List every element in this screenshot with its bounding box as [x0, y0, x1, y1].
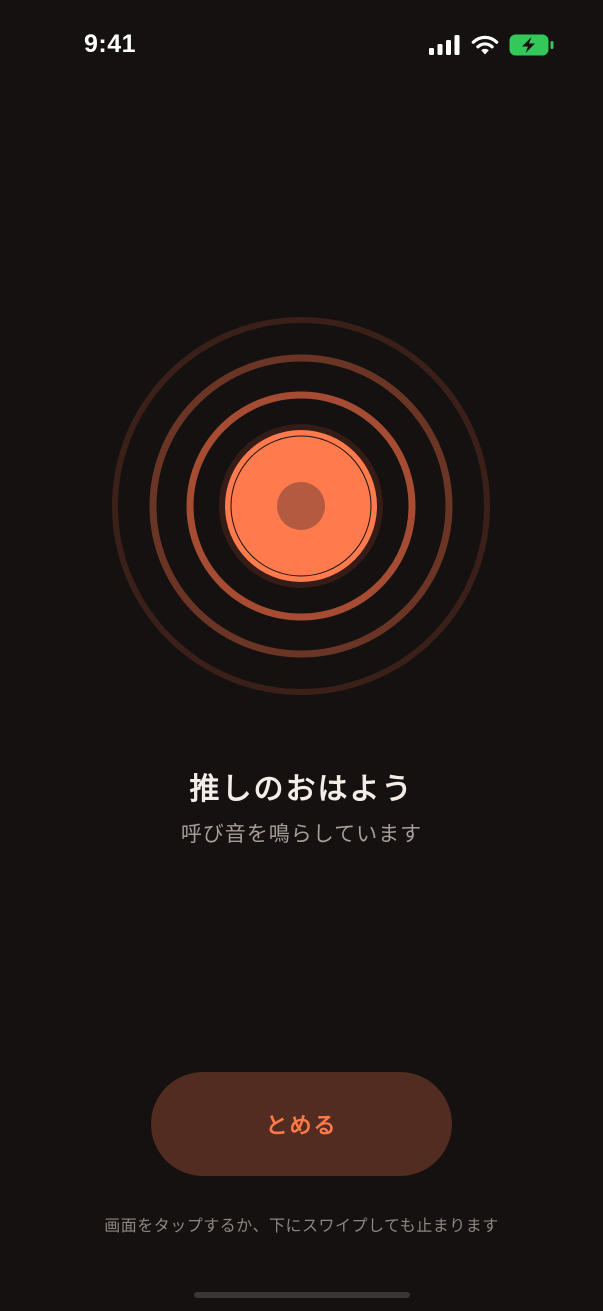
- home-indicator[interactable]: [194, 1292, 410, 1298]
- alarm-screen[interactable]: 9:41 推しのおはよう 呼び音を鳴らしています とめる 画面をタップするか、下…: [0, 0, 603, 1311]
- stop-button[interactable]: とめる: [151, 1072, 452, 1176]
- ripple-animation: [112, 317, 490, 695]
- status-time: 9:41: [84, 30, 137, 58]
- dismiss-hint: 画面をタップするか、下にスワイプしても止まります: [104, 1216, 499, 1235]
- alarm-title: 推しのおはよう: [189, 772, 414, 807]
- alarm-subtitle: 呼び音を鳴らしています: [180, 822, 423, 846]
- signal-icon: [429, 35, 460, 55]
- status-icons: [429, 34, 555, 56]
- wifi-icon: [471, 35, 499, 54]
- battery-charging-icon: [509, 34, 554, 56]
- alarm-core-dot: [277, 482, 325, 530]
- status-bar: 9:41: [0, 0, 603, 96]
